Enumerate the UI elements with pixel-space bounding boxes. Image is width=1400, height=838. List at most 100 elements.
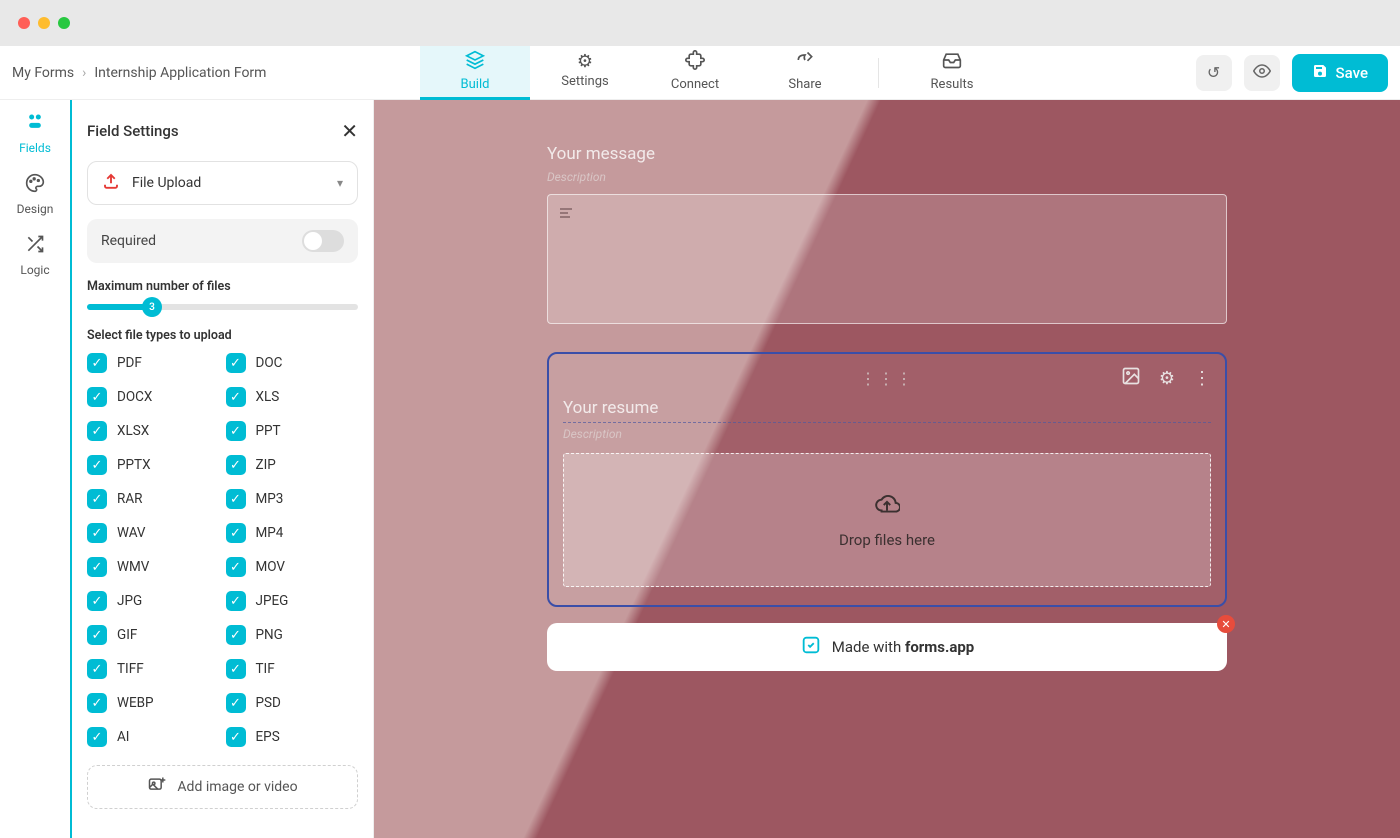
close-icon[interactable]: ✕ [341, 119, 358, 143]
filetype-checkbox-tif[interactable]: ✓TIF [226, 659, 359, 679]
filetype-checkbox-pdf[interactable]: ✓PDF [87, 353, 220, 373]
resume-desc[interactable]: Description [563, 427, 1211, 441]
filetype-checkbox-gif[interactable]: ✓GIF [87, 625, 220, 645]
filetype-checkbox-mov[interactable]: ✓MOV [226, 557, 359, 577]
save-button[interactable]: Save [1292, 54, 1388, 92]
gear-icon: ⚙ [577, 53, 593, 71]
breadcrumb-separator: › [82, 65, 86, 81]
filetype-label: XLSX [117, 423, 149, 439]
checkmark-icon: ✓ [226, 659, 246, 679]
resume-label[interactable]: Your resume [563, 398, 1211, 423]
gear-icon[interactable]: ⚙ [1159, 368, 1175, 389]
upload-icon [102, 172, 120, 194]
filetypes-label: Select file types to upload [87, 328, 358, 343]
nav-tabs: Build ⚙ Settings Connect Share Results [420, 46, 1007, 100]
filetype-checkbox-zip[interactable]: ✓ZIP [226, 455, 359, 475]
filetype-label: GIF [117, 627, 137, 643]
inbox-icon [942, 50, 962, 74]
tab-settings[interactable]: ⚙ Settings [530, 46, 640, 100]
tab-build[interactable]: Build [420, 46, 530, 100]
field-type-select[interactable]: File Upload ▾ [87, 161, 358, 205]
filetype-checkbox-mp3[interactable]: ✓MP3 [226, 489, 359, 509]
window-minimize-dot[interactable] [38, 17, 50, 29]
rail-logic[interactable]: Logic [20, 234, 49, 277]
filetype-checkbox-eps[interactable]: ✓EPS [226, 727, 359, 747]
slider-thumb[interactable]: 3 [142, 297, 162, 317]
filetype-label: WAV [117, 525, 146, 541]
panel-header: Field Settings ✕ [87, 115, 358, 147]
required-toggle[interactable] [302, 230, 344, 252]
filetype-checkbox-pptx[interactable]: ✓PPTX [87, 455, 220, 475]
rail-fields[interactable]: Fields [19, 112, 51, 155]
checkmark-icon: ✓ [226, 387, 246, 407]
filetype-label: RAR [117, 491, 142, 507]
tab-share[interactable]: Share [750, 46, 860, 100]
filetypes-grid: ✓PDF✓DOC✓DOCX✓XLS✓XLSX✓PPT✓PPTX✓ZIP✓RAR✓… [87, 353, 358, 747]
more-vertical-icon[interactable]: ⋮ [1193, 368, 1211, 389]
filetype-label: DOC [256, 355, 283, 371]
filetype-label: AI [117, 729, 129, 745]
checkmark-icon: ✓ [87, 523, 107, 543]
save-icon [1312, 63, 1328, 83]
filetype-checkbox-jpg[interactable]: ✓JPG [87, 591, 220, 611]
add-media-label: Add image or video [177, 779, 297, 795]
filetype-label: PNG [256, 627, 283, 643]
filetype-checkbox-tiff[interactable]: ✓TIFF [87, 659, 220, 679]
tab-connect[interactable]: Connect [640, 46, 750, 100]
max-files-slider[interactable]: 3 [87, 304, 358, 310]
filetype-checkbox-png[interactable]: ✓PNG [226, 625, 359, 645]
filetype-label: PPTX [117, 457, 151, 473]
breadcrumb-root[interactable]: My Forms [12, 65, 74, 81]
preview-button[interactable] [1244, 55, 1280, 91]
filetype-checkbox-xlsx[interactable]: ✓XLSX [87, 421, 220, 441]
breadcrumb-current[interactable]: Internship Application Form [94, 65, 266, 81]
max-files-label: Maximum number of files [87, 279, 358, 294]
form-canvas[interactable]: Your message Description ⋮⋮⋮ ⚙ ⋮ [374, 100, 1400, 838]
filetype-checkbox-jpeg[interactable]: ✓JPEG [226, 591, 359, 611]
window-close-dot[interactable] [18, 17, 30, 29]
left-rail: Fields Design Logic [0, 100, 72, 838]
filetype-label: EPS [256, 729, 280, 745]
nav-divider [878, 58, 879, 88]
filetype-checkbox-mp4[interactable]: ✓MP4 [226, 523, 359, 543]
filetype-checkbox-psd[interactable]: ✓PSD [226, 693, 359, 713]
resume-field-selected[interactable]: ⋮⋮⋮ ⚙ ⋮ Your resume Description Drop fil… [547, 352, 1227, 607]
filetype-checkbox-wav[interactable]: ✓ WAV [87, 523, 220, 543]
filetype-label: WMV [117, 559, 149, 575]
nav-right: ↺ Save [1196, 54, 1400, 92]
tab-results[interactable]: Results [897, 46, 1007, 100]
checkmark-icon: ✓ [87, 387, 107, 407]
made-with-bar[interactable]: Made with forms.app ✕ [547, 623, 1227, 671]
cloud-upload-icon [874, 491, 900, 523]
filetype-checkbox-webp[interactable]: ✓ WEBP [87, 693, 220, 713]
history-button[interactable]: ↺ [1196, 55, 1232, 91]
filetype-label: WEBP [117, 695, 154, 711]
top-nav: My Forms › Internship Application Form B… [0, 46, 1400, 100]
window-zoom-dot[interactable] [58, 17, 70, 29]
drag-handle-icon[interactable]: ⋮⋮⋮ [860, 369, 914, 388]
filetype-checkbox-xls[interactable]: ✓XLS [226, 387, 359, 407]
add-media-button[interactable]: Add image or video [87, 765, 358, 809]
file-dropzone[interactable]: Drop files here [563, 453, 1211, 587]
filetype-checkbox-docx[interactable]: ✓ DOCX [87, 387, 220, 407]
checkmark-icon: ✓ [87, 693, 107, 713]
message-textarea[interactable] [547, 194, 1227, 324]
close-badge-icon[interactable]: ✕ [1217, 615, 1235, 633]
filetype-checkbox-ai[interactable]: ✓AI [87, 727, 220, 747]
checkmark-icon: ✓ [87, 489, 107, 509]
filetype-label: DOCX [117, 389, 152, 405]
filetype-label: MOV [256, 559, 286, 575]
filetype-checkbox-rar[interactable]: ✓ RAR [87, 489, 220, 509]
filetype-label: JPG [117, 593, 142, 609]
filetype-checkbox-ppt[interactable]: ✓PPT [226, 421, 359, 441]
checkmark-icon: ✓ [87, 353, 107, 373]
rail-design[interactable]: Design [17, 173, 54, 216]
image-plus-icon [147, 775, 167, 799]
message-field[interactable]: Your message Description [547, 144, 1227, 324]
required-label: Required [101, 233, 156, 249]
image-icon[interactable] [1121, 366, 1141, 391]
filetype-checkbox-doc[interactable]: ✓DOC [226, 353, 359, 373]
filetype-checkbox-wmv[interactable]: ✓WMV [87, 557, 220, 577]
made-prefix: Made with [832, 638, 905, 656]
chevron-down-icon: ▾ [337, 176, 343, 190]
